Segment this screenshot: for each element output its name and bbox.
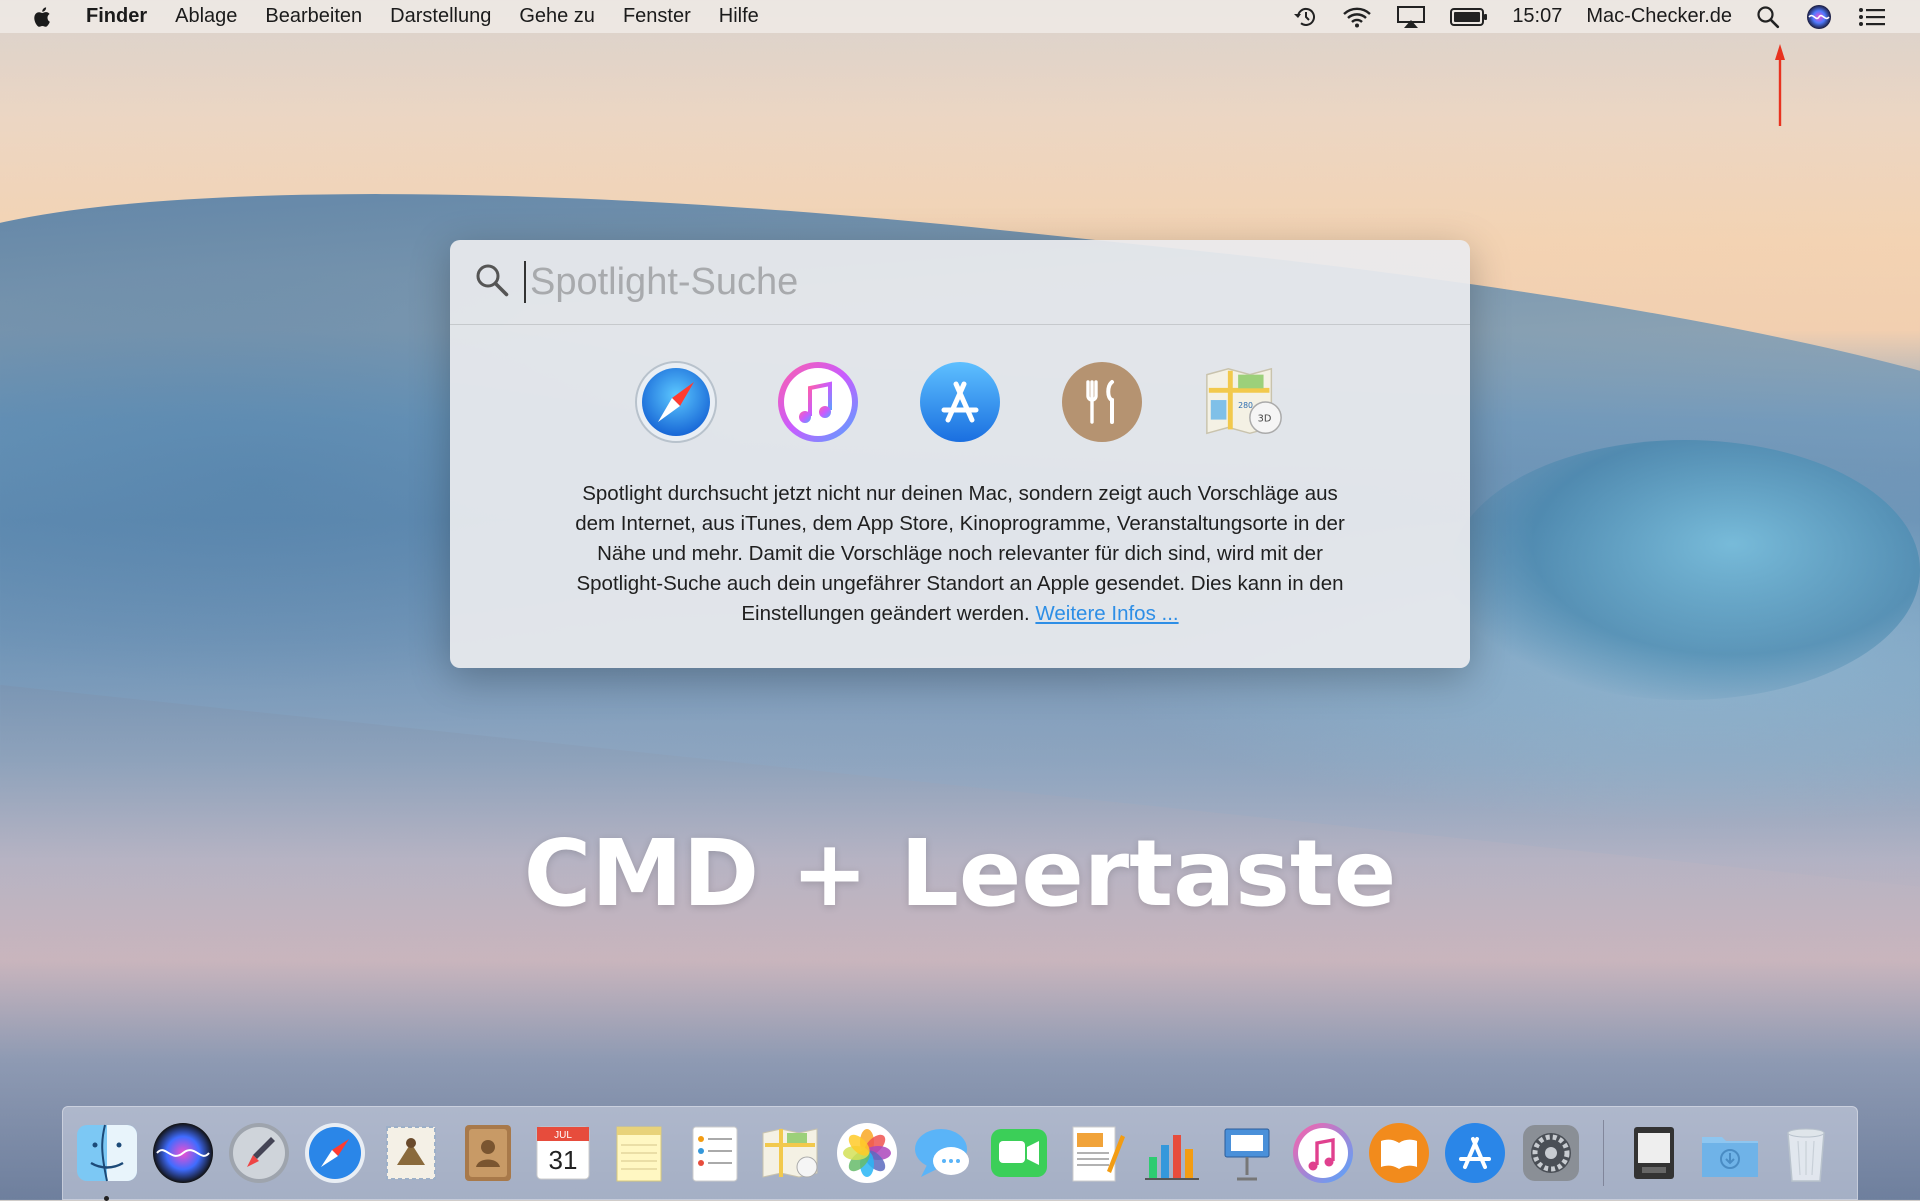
suggestion-icons-row: 280 3D bbox=[450, 359, 1470, 445]
spotlight-search-input[interactable] bbox=[528, 259, 1392, 305]
safari-icon[interactable] bbox=[633, 359, 719, 445]
apple-menu-icon[interactable] bbox=[28, 5, 58, 29]
menu-bearbeiten[interactable]: Bearbeiten bbox=[265, 5, 362, 28]
svg-text:3D: 3D bbox=[1258, 414, 1272, 425]
siri-icon[interactable] bbox=[1806, 4, 1832, 30]
dock-mail[interactable] bbox=[377, 1119, 445, 1187]
spotlight-info-text: Spotlight durchsucht jetzt nicht nur dei… bbox=[560, 479, 1360, 629]
notification-center-icon[interactable] bbox=[1858, 6, 1886, 28]
restaurants-icon[interactable] bbox=[1059, 359, 1145, 445]
dock-contacts[interactable] bbox=[453, 1119, 521, 1187]
menu-clock[interactable]: 15:07 bbox=[1512, 5, 1562, 28]
wallpaper-wave-crest bbox=[1450, 440, 1920, 700]
maps-icon[interactable]: 280 3D bbox=[1201, 359, 1287, 445]
spotlight-panel: 280 3D Spotlight durchsucht jetzt nicht n… bbox=[450, 240, 1470, 668]
app-store-icon[interactable] bbox=[917, 359, 1003, 445]
search-icon bbox=[474, 262, 510, 303]
calendar-month: JUL bbox=[554, 1130, 572, 1141]
info-paragraph: Spotlight durchsucht jetzt nicht nur dei… bbox=[575, 482, 1345, 625]
menu-ablage[interactable]: Ablage bbox=[175, 5, 237, 28]
dock-facetime[interactable] bbox=[985, 1119, 1053, 1187]
menu-fenster[interactable]: Fenster bbox=[623, 5, 691, 28]
dock-finder[interactable] bbox=[73, 1119, 141, 1201]
wifi-icon[interactable] bbox=[1342, 6, 1372, 28]
dock-photos[interactable] bbox=[833, 1119, 901, 1187]
dock-maps[interactable] bbox=[757, 1119, 825, 1187]
calendar-day: 31 bbox=[549, 1145, 578, 1175]
dock-reminders[interactable] bbox=[681, 1119, 749, 1187]
dock: JUL 31 bbox=[62, 1106, 1858, 1201]
dock-image-capture[interactable] bbox=[1620, 1119, 1688, 1187]
dock-numbers[interactable] bbox=[1137, 1119, 1205, 1187]
battery-icon[interactable] bbox=[1450, 7, 1488, 27]
dock-calendar[interactable]: JUL 31 bbox=[529, 1119, 597, 1187]
menu-brand-label: Mac-Checker.de bbox=[1586, 5, 1732, 27]
dock-trash[interactable] bbox=[1772, 1119, 1840, 1187]
more-info-link[interactable]: Weitere Infos ... bbox=[1035, 602, 1178, 625]
red-arrow-annotation bbox=[1774, 44, 1786, 131]
spotlight-icon[interactable] bbox=[1756, 5, 1780, 29]
dock-system-preferences[interactable] bbox=[1517, 1119, 1585, 1187]
time-machine-icon[interactable] bbox=[1290, 5, 1318, 29]
dock-safari[interactable] bbox=[301, 1119, 369, 1187]
dock-downloads[interactable] bbox=[1696, 1119, 1764, 1187]
menu-darstellung[interactable]: Darstellung bbox=[390, 5, 491, 28]
text-cursor bbox=[524, 261, 526, 303]
itunes-icon[interactable] bbox=[775, 359, 861, 445]
dock-itunes[interactable] bbox=[1289, 1119, 1357, 1187]
dock-separator bbox=[1603, 1120, 1604, 1186]
shortcut-caption: CMD + Leertaste bbox=[523, 820, 1397, 927]
menu-bar: Finder Ablage Bearbeiten Darstellung Geh… bbox=[0, 0, 1920, 33]
dock-launchpad[interactable] bbox=[225, 1119, 293, 1187]
svg-text:280: 280 bbox=[1238, 401, 1253, 410]
dock-notes[interactable] bbox=[605, 1119, 673, 1187]
dock-pages[interactable] bbox=[1061, 1119, 1129, 1187]
spotlight-search-row bbox=[450, 240, 1470, 325]
dock-keynote[interactable] bbox=[1213, 1119, 1281, 1187]
airplay-icon[interactable] bbox=[1396, 5, 1426, 29]
menu-gehe-zu[interactable]: Gehe zu bbox=[519, 5, 595, 28]
dock-messages[interactable] bbox=[909, 1119, 977, 1187]
dock-siri[interactable] bbox=[149, 1119, 217, 1187]
dock-ibooks[interactable] bbox=[1365, 1119, 1433, 1187]
running-indicator bbox=[104, 1196, 109, 1201]
dock-app-store[interactable] bbox=[1441, 1119, 1509, 1187]
menu-app-name[interactable]: Finder bbox=[86, 5, 147, 28]
menu-hilfe[interactable]: Hilfe bbox=[719, 5, 759, 28]
